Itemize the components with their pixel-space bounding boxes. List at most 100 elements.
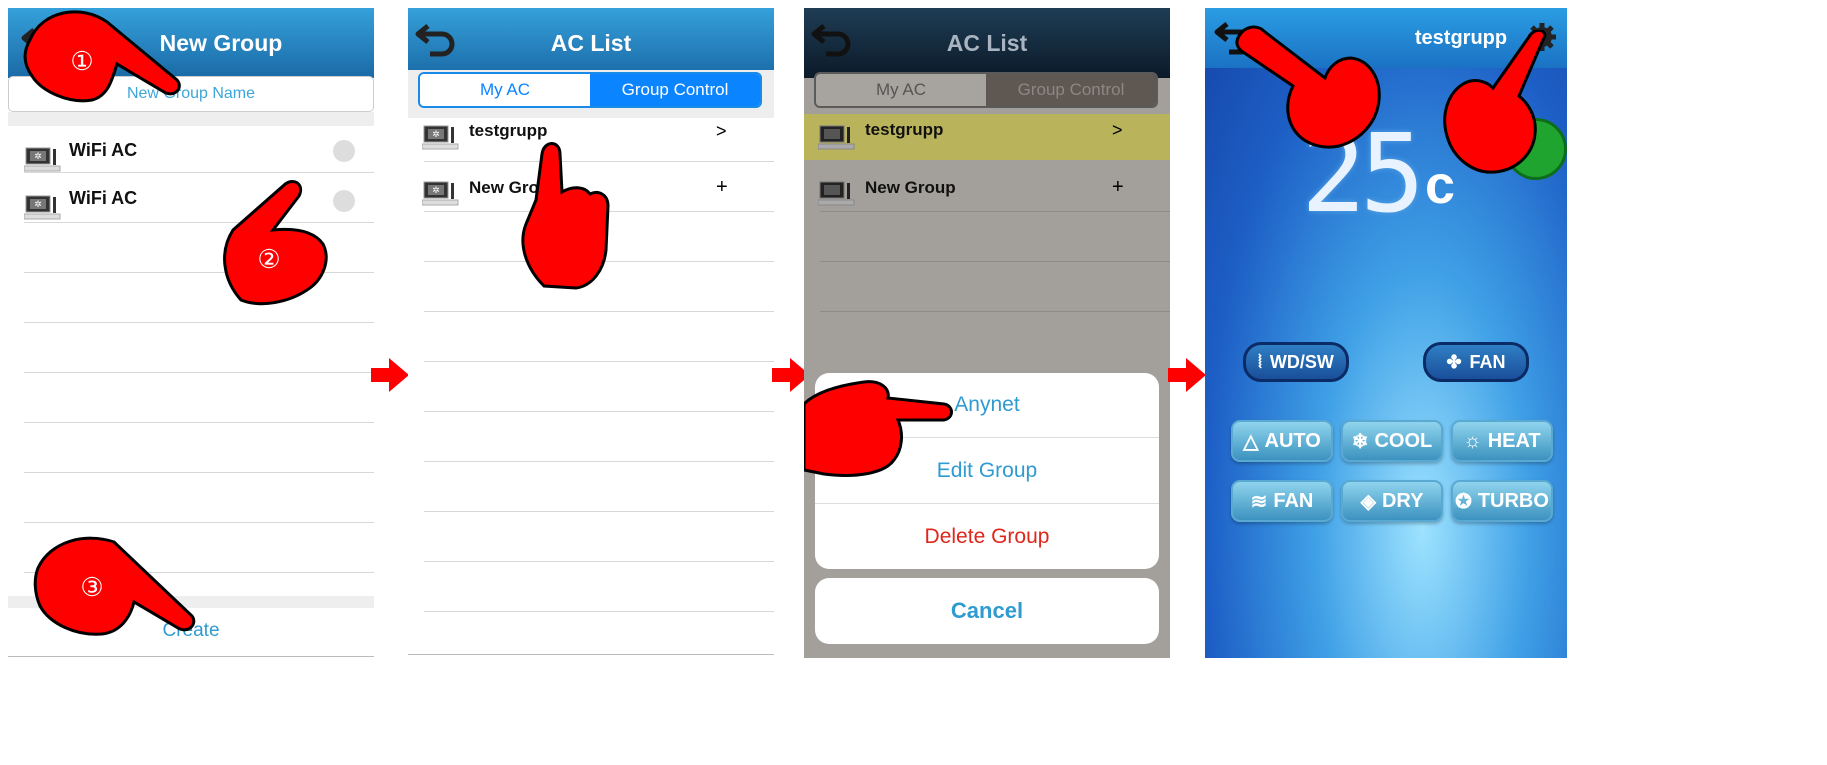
mode-turbo-label: TURBO [1477,489,1549,512]
screen-new-group: New Group New Group Name ✲ WiFi AC ✲ WiF… [8,8,374,658]
group-add-icon[interactable]: + [1112,176,1124,199]
tab-group-control-label: Group Control [1017,80,1125,99]
segmented-control: My AC Group Control [418,72,762,108]
group-label: New Group [865,178,956,197]
ac-unit-icon: ✲ [24,147,61,172]
mode-turbo-button[interactable]: ✪ TURBO [1451,480,1553,522]
droplet-icon: ◈ [1360,490,1376,513]
screen-ac-control: testgrupp 25 c ⦚ WD/SW ✤ FAN △ AUTO ❄ COOL… [1205,8,1567,658]
tab-group-control[interactable]: Group Control [986,74,1156,106]
turbo-icon: ✪ [1455,490,1472,513]
tab-my-ac-label: My AC [875,80,927,99]
svg-text:✲: ✲ [34,151,42,161]
mode-dry-button[interactable]: ◈ DRY [1341,480,1443,522]
row-divider [24,422,374,423]
bottom-line [408,654,774,655]
tab-group-control[interactable]: Group Control [590,74,760,106]
auto-icon: △ [1243,430,1259,453]
row-divider [424,561,774,562]
row-divider [24,372,374,373]
cancel-button[interactable]: Cancel [815,578,1159,644]
row-divider [424,611,774,612]
mode-fan-label: FAN [1273,489,1314,512]
step-1-label: ① [70,46,93,76]
svg-text:✲: ✲ [432,185,440,195]
sun-icon: ☼ [1463,429,1482,452]
anynet-label: Anynet [954,393,1020,416]
row-divider [424,511,774,512]
pointing-hand-icon [1443,30,1547,174]
row-divider [24,472,374,473]
pointing-hand-icon [1235,25,1381,149]
ac-unit-icon: ✲ [422,181,459,206]
row-divider [820,261,1170,262]
back-icon[interactable] [810,20,856,60]
pointing-hand-icon: ② [223,180,328,306]
flow-arrow-icon [371,358,409,392]
wind-icon: ≋ [1250,490,1268,513]
screen-ac-list-actions: AC List My AC Group Control testgrupp > … [804,8,1170,658]
group-label: testgrupp [865,120,944,139]
page-title: AC List [946,29,1028,56]
device-label: WiFi AC [69,140,138,160]
row-divider [424,411,774,412]
ac-unit-icon [818,181,855,206]
mode-heat-button[interactable]: ☼ HEAT [1451,420,1553,462]
delete-group-option[interactable]: Delete Group [815,504,1159,569]
row-divider [424,361,774,362]
pointing-hand-icon [521,142,610,290]
pointing-hand-icon: ① [23,10,181,103]
fan-icon: ✤ [1446,351,1462,372]
mode-auto-button[interactable]: △ AUTO [1231,420,1333,462]
group-row[interactable]: New Group + [804,172,1170,216]
segmented-control: My AC Group Control [814,72,1158,108]
tab-my-ac[interactable]: My AC [420,74,590,106]
svg-text:✲: ✲ [432,129,440,139]
title-bar: AC List [804,8,1170,78]
select-circle[interactable] [333,140,355,162]
step-3-label: ③ [80,572,103,602]
group-label: testgrupp [469,121,548,140]
delete-group-label: Delete Group [924,525,1050,548]
group-row[interactable]: testgrupp > [804,114,1170,160]
screen-ac-list: AC List My AC Group Control ✲ testgrupp … [408,8,774,658]
row-divider [424,461,774,462]
mode-heat-label: HEAT [1487,429,1541,452]
cancel-label: Cancel [950,598,1024,623]
tab-my-ac[interactable]: My AC [816,74,986,106]
svg-text:✲: ✲ [34,199,42,209]
title-bar: AC List [408,8,774,78]
section-gap [8,112,374,126]
pointing-hand-icon [804,380,953,477]
group-add-icon[interactable]: + [716,176,728,199]
tab-group-control-label: Group Control [621,80,729,99]
bottom-line [8,656,374,657]
row-divider [24,322,374,323]
group-open-icon[interactable]: > [716,121,727,142]
mode-fan-button[interactable]: ≋ FAN [1231,480,1333,522]
mode-cool-button[interactable]: ❄ COOL [1341,420,1443,462]
fan-speed-label: FAN [1469,351,1506,372]
ac-unit-icon [818,125,855,150]
step-2-label: ② [257,244,280,274]
flow-arrow-icon [1168,358,1206,392]
swing-label: WD/SW [1269,351,1334,372]
group-open-icon[interactable]: > [1112,120,1123,141]
fan-speed-button[interactable]: ✤ FAN [1423,342,1529,382]
back-icon[interactable] [414,20,460,60]
device-row[interactable]: ✲ WiFi AC [8,126,374,174]
row-divider [820,211,1170,212]
ac-unit-icon: ✲ [24,195,61,220]
snowflake-icon: ❄ [1351,430,1369,453]
mode-dry-label: DRY [1381,489,1424,512]
swing-button[interactable]: ⦚ WD/SW [1243,342,1349,382]
row-divider [24,522,374,523]
ac-unit-icon: ✲ [422,125,459,150]
page-title: AC List [550,29,632,56]
pointing-hand-icon: ③ [33,536,196,636]
row-divider [424,311,774,312]
device-label: WiFi AC [69,188,138,208]
row-divider [820,311,1170,312]
mode-cool-label: COOL [1374,429,1433,452]
swing-icon: ⦚ [1258,351,1262,372]
